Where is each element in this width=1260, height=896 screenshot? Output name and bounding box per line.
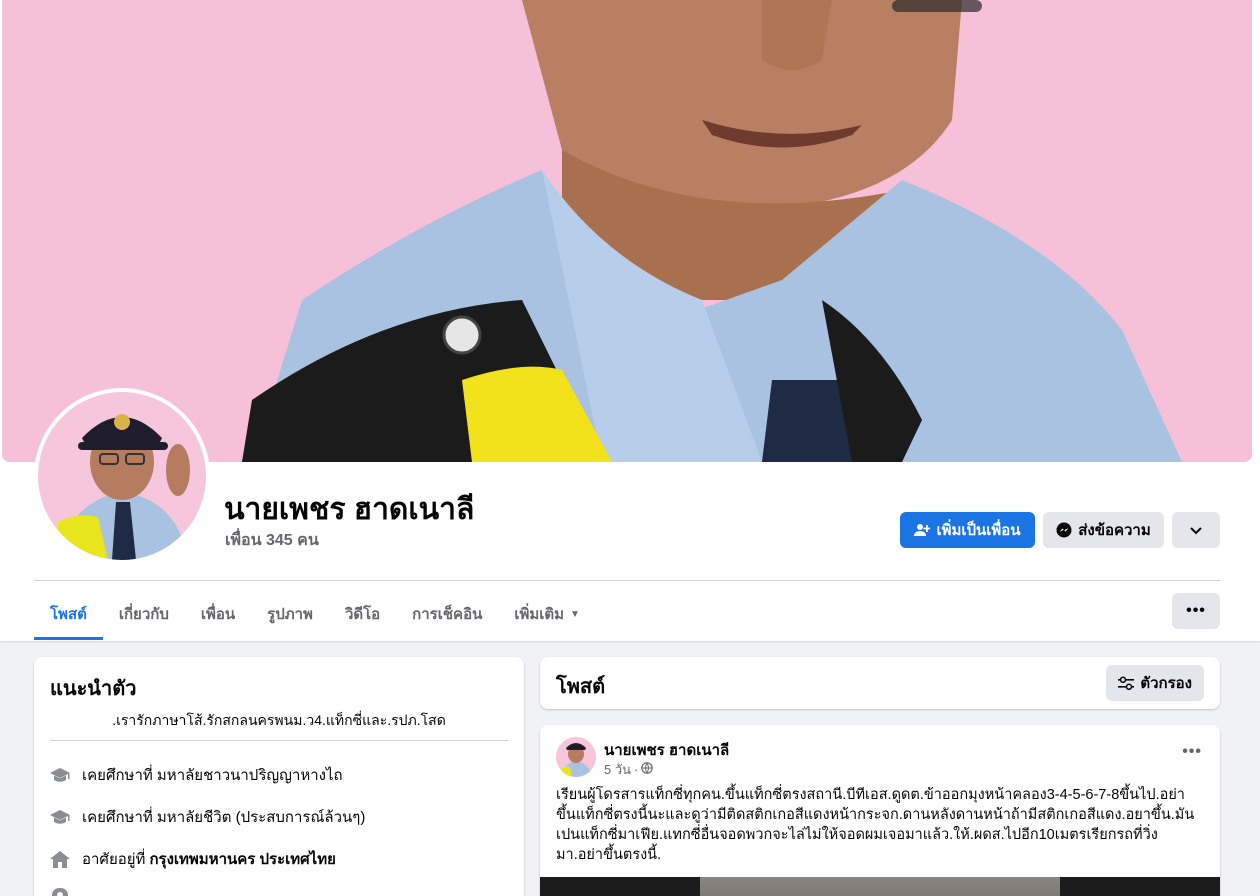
messenger-icon	[1056, 522, 1072, 538]
send-message-button[interactable]: ส่งข้อความ	[1043, 512, 1164, 548]
graduation-cap-icon	[50, 765, 70, 785]
post-options-button[interactable]: •••	[1182, 743, 1202, 761]
post-media[interactable]	[540, 877, 1220, 896]
add-friend-label: เพิ่มเป็นเพื่อน	[936, 522, 1021, 539]
caret-down-icon: ▼	[570, 608, 580, 620]
intro-card: แนะนำตัว .เรารักภาษาโส้.รักสกลนครพนม.ว4.…	[34, 657, 524, 896]
intro-education-2: เคยศึกษาที่ มหาลัยชีวิต (ประสบการณ์ล้วนๆ…	[50, 805, 365, 829]
cover-photo[interactable]	[2, 0, 1252, 462]
profile-dropdown-button[interactable]	[1172, 512, 1220, 548]
tab-label: เพิ่มเติม	[514, 606, 565, 623]
send-message-label: ส่งข้อความ	[1078, 522, 1151, 539]
home-icon	[50, 849, 70, 869]
posts-title: โพสต์	[556, 676, 606, 698]
tab-label: โพสต์	[50, 606, 87, 623]
avatar	[556, 737, 596, 777]
intro-divider	[50, 740, 508, 741]
filter-button[interactable]: ตัวกรอง	[1106, 665, 1204, 701]
meta-separator: ·	[634, 762, 639, 777]
intro-title: แนะนำตัว	[50, 678, 137, 700]
add-friend-button[interactable]: เพิ่มเป็นเพื่อน	[900, 512, 1035, 548]
post-media-image	[700, 877, 1060, 896]
post-card: นายเพชร ฮาดเนาลี 5 วัน · ••• เรียนผู้โดร…	[540, 725, 1220, 896]
post-text: เรียนผู้โดรสารแท็กซี่ทุกคน.ขึ้นแท็กซี่ตร…	[556, 787, 1195, 863]
tab-label: รูปภาพ	[267, 606, 313, 623]
intro-more-item	[50, 887, 82, 896]
friends-count[interactable]: เพื่อน 345 คน	[225, 528, 319, 553]
intro-lives-in: อาศัยอยู่ที่ กรุงเทพมหานคร ประเทศไทย	[50, 847, 336, 871]
intro-location-link[interactable]: กรุงเทพมหานคร ประเทศไทย	[149, 847, 335, 871]
tab-posts[interactable]: โพสต์	[34, 588, 103, 640]
tab-label: วิดีโอ	[344, 606, 381, 623]
posts-header-card: โพสต์ ตัวกรอง	[540, 657, 1220, 709]
tabs-more-options-button[interactable]: •••	[1172, 593, 1220, 629]
filter-label: ตัวกรอง	[1140, 675, 1192, 692]
intro-bio: .เรารักภาษาโส้.รักสกลนครพนม.ว4.แท็กซี่แล…	[112, 712, 446, 728]
tab-about[interactable]: เกี่ยวกับ	[103, 588, 185, 640]
more-dots-icon: •••	[1182, 743, 1202, 760]
intro-item-text: เคยศึกษาที่ มหาลัยชีวิต (ประสบการณ์ล้วนๆ…	[82, 809, 366, 826]
cover-photo-image	[2, 0, 1252, 462]
profile-avatar-image	[38, 392, 206, 560]
tab-photos[interactable]: รูปภาพ	[251, 588, 329, 640]
post-meta: 5 วัน ·	[604, 759, 654, 780]
post-timestamp[interactable]: 5 วัน	[604, 759, 631, 780]
post-author-avatar[interactable]	[556, 737, 596, 777]
globe-icon	[641, 762, 654, 777]
add-friend-icon	[914, 522, 931, 538]
tab-label: เพื่อน	[200, 606, 236, 623]
intro-item-text: อาศัยอยู่ที่	[82, 851, 146, 868]
graduation-cap-icon	[50, 807, 70, 827]
tab-more[interactable]: เพิ่มเติม ▼	[498, 588, 596, 640]
filter-sliders-icon	[1118, 676, 1135, 690]
tab-label: การเช็คอิน	[412, 606, 483, 623]
tab-friends[interactable]: เพื่อน	[185, 588, 251, 640]
tab-videos[interactable]: วิดีโอ	[329, 588, 396, 640]
intro-education-1: เคยศึกษาที่ มหาลัยชาวนาปริญญาหางไถ	[50, 763, 343, 787]
intro-item-text: เคยศึกษาที่ มหาลัยชาวนาปริญญาหางไถ	[82, 767, 343, 784]
tab-label: เกี่ยวกับ	[118, 606, 169, 623]
profile-tabs: โพสต์ เกี่ยวกับ เพื่อน รูปภาพ วิดีโอ การ…	[34, 588, 596, 640]
more-dots-icon: •••	[1186, 602, 1206, 619]
header-divider	[34, 580, 1220, 581]
profile-avatar[interactable]	[34, 388, 210, 564]
profile-name: นายเพชร ฮาดเนาลี	[224, 493, 475, 526]
tab-checkins[interactable]: การเช็คอิน	[396, 588, 498, 640]
chevron-down-icon	[1190, 522, 1202, 539]
location-pin-icon	[50, 887, 70, 896]
